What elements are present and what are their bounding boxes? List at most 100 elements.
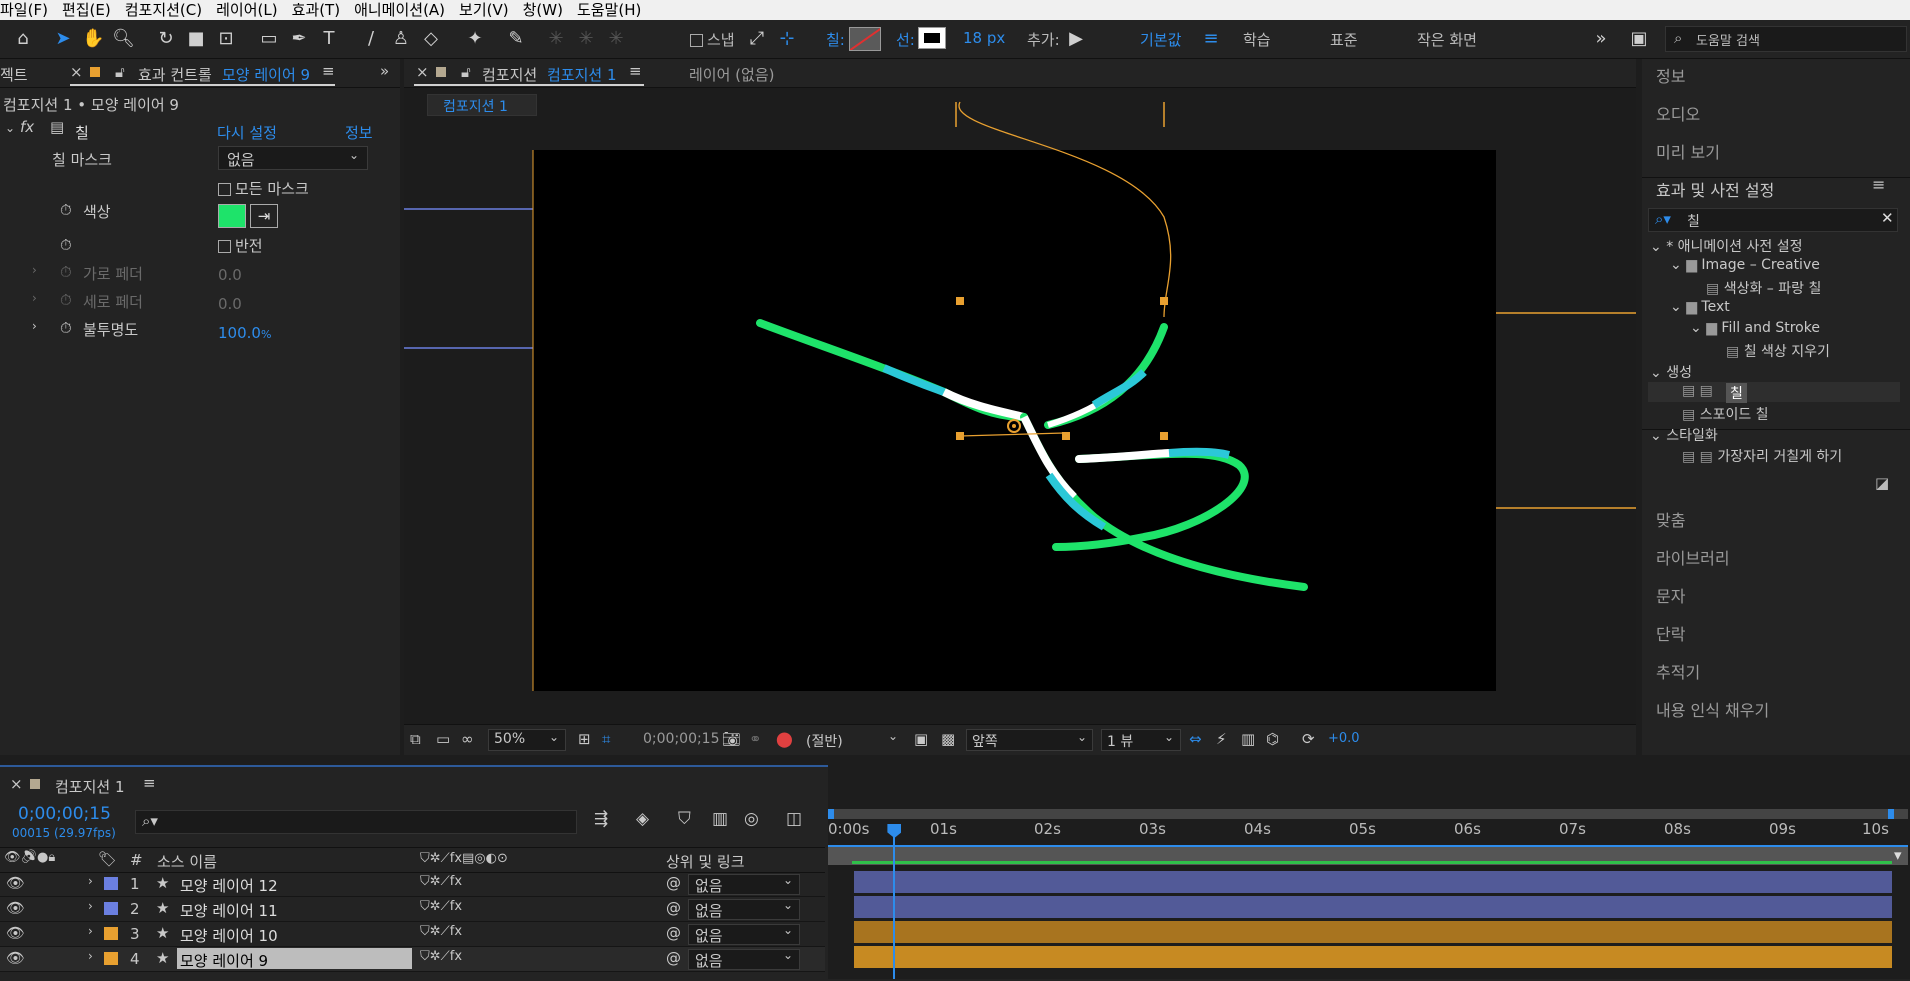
composition-mini-flowchart-icon[interactable]: ⇶ (594, 809, 608, 829)
preview-panel-tab[interactable]: 미리 보기 (1656, 139, 1720, 163)
puppet-bend-icon[interactable]: ✳ (605, 28, 627, 50)
info-panel-tab[interactable]: 정보 (1656, 63, 1685, 87)
visibility-eye-icon[interactable]: 👁︎ (6, 924, 25, 942)
expand-chevron-icon[interactable]: › (88, 874, 93, 888)
all-masks-checkbox[interactable]: 모든 마스크 (218, 178, 309, 199)
menu-effect[interactable]: 효과(T) (292, 0, 340, 20)
motion-blur-icon[interactable]: ◎ (744, 809, 759, 829)
fast-preview-icon[interactable]: ⚡ (1216, 730, 1227, 748)
menu-animation[interactable]: 애니메이션(A) (354, 0, 445, 20)
tree-item-selected[interactable]: ▤ ▤ 칠 (1648, 382, 1900, 403)
tree-item[interactable]: ▤ ▤ 가장자리 거칠게 하기 (1682, 446, 1842, 466)
table-row[interactable]: 👁︎ › 2 ★ 모양 레이어 11 ⛉✲⟋fx @ 없음 ⌄ (0, 897, 825, 922)
tree-item[interactable]: ▤ 스포이드 칠 (1682, 404, 1769, 424)
path-handle[interactable] (956, 297, 964, 305)
snapshot-icon[interactable]: 📷︎ (722, 730, 741, 748)
roto-brush-icon[interactable]: ✦ (464, 28, 486, 50)
eraser-tool-icon[interactable]: ◇ (420, 28, 442, 50)
home-icon[interactable]: ⌂ (12, 28, 34, 50)
layer-duration-bar[interactable] (854, 946, 1892, 968)
about-link[interactable]: 정보 (345, 122, 373, 143)
brush-tool-icon[interactable]: / (360, 28, 382, 50)
views-layout-dropdown[interactable]: 1 뷰 ⌄ (1101, 729, 1181, 751)
rotate-tool-icon[interactable]: ↻ (155, 28, 177, 50)
toggle-pixel-aspect-icon[interactable]: ⇔ (1189, 730, 1202, 748)
column-source-name[interactable]: 소스 이름 (157, 851, 217, 872)
tree-item[interactable]: ⌄ 스타일화 (1650, 425, 1718, 445)
expand-chevron-icon[interactable]: › (32, 319, 37, 333)
flowchart-icon[interactable]: ⌬ (1266, 730, 1279, 748)
exposure-value[interactable]: +0.0 (1328, 731, 1360, 746)
expand-chevron-icon[interactable]: › (32, 291, 37, 305)
effect-controls-tab-layer[interactable]: 모양 레이어 9 (222, 64, 310, 85)
fit-icon[interactable]: ⊞ (578, 730, 591, 748)
pen-tool-icon[interactable]: ✒ (288, 28, 310, 50)
timeline-icon[interactable]: ▥ (1241, 730, 1255, 748)
fill-swatch[interactable] (849, 27, 881, 51)
tree-item[interactable]: ⌄ ▆ Image – Creative (1670, 257, 1820, 273)
puppet-starch-icon[interactable]: ✳ (545, 28, 567, 50)
expand-chevron-icon[interactable]: › (88, 949, 93, 963)
lock-icon[interactable]: 🔓︎ (115, 63, 125, 81)
layer-duration-bar[interactable] (854, 921, 1892, 943)
paragraph-panel-tab[interactable]: 단락 (1656, 621, 1685, 645)
region-of-interest-icon[interactable]: ▣ (914, 730, 928, 748)
label-color[interactable] (104, 877, 118, 890)
tree-item[interactable]: ⌄ * 애니메이션 사전 설정 (1650, 236, 1802, 256)
always-preview-icon[interactable]: ⧉ (410, 730, 421, 748)
graph-editor-icon[interactable]: ◫ (786, 809, 802, 829)
menu-help[interactable]: 도움말(H) (577, 0, 641, 20)
snap-option-icon[interactable]: ⤢ (746, 28, 768, 50)
libraries-panel-tab[interactable]: 라이브러리 (1656, 545, 1730, 569)
help-search[interactable]: ⌕ 도움말 검색 (1665, 26, 1907, 52)
frame-blending-icon[interactable]: ▥ (712, 809, 728, 829)
tree-item[interactable]: ⌄ ▆ Text (1670, 299, 1730, 315)
panel-menu-icon[interactable]: ≡ (143, 774, 156, 792)
rectangle-tool-icon[interactable]: ▭ (258, 28, 280, 50)
resolution-dropdown[interactable]: (절반) ⌄ (804, 729, 904, 750)
layer-switches-icon[interactable]: ⛉✲⟋fx (420, 924, 462, 939)
visibility-eye-icon[interactable]: 👁︎ (6, 949, 25, 967)
layer-name[interactable]: 모양 레이어 9 (180, 950, 268, 971)
layer-search-input[interactable]: ⌕▾ (135, 810, 577, 834)
stroke-width[interactable]: 18 px (963, 29, 1005, 47)
audio-panel-tab[interactable]: 오디오 (1656, 101, 1700, 125)
workspace-learn[interactable]: 학습 (1243, 29, 1271, 50)
stopwatch-icon[interactable]: ⏱ (60, 201, 72, 219)
workspace-default[interactable]: 기본값 (1140, 29, 1181, 50)
menu-layer[interactable]: 레이어(L) (216, 0, 277, 20)
view-dropdown[interactable]: 앞쪽 ⌄ (966, 729, 1093, 751)
effects-search-input[interactable]: ⌕▾ 칠 ✕ (1648, 208, 1898, 232)
horizontal-feather-value[interactable]: 0.0 (218, 266, 242, 284)
expand-chevron-icon[interactable]: › (88, 899, 93, 913)
layer-switches-icon[interactable]: ⛉✲⟋fx (420, 949, 462, 964)
table-row[interactable]: 👁︎ › 3 ★ 모양 레이어 10 ⛉✲⟋fx @ 없음 ⌄ (0, 922, 825, 947)
parent-dropdown[interactable]: 없음 ⌄ (688, 873, 800, 895)
path-handle[interactable] (1160, 432, 1168, 440)
character-panel-tab[interactable]: 문자 (1656, 583, 1685, 607)
tree-item[interactable]: ⌄ 생성 (1650, 362, 1692, 382)
composition-viewer[interactable] (404, 87, 1636, 719)
visibility-eye-icon[interactable]: 👁︎ (6, 899, 25, 917)
effects-presets-title[interactable]: 효과 및 사전 설정 (1656, 177, 1774, 201)
close-icon[interactable]: × (70, 63, 83, 81)
align-panel-tab[interactable]: 맞춤 (1656, 507, 1685, 531)
snap-toggle[interactable]: 스냅 (690, 29, 735, 50)
expand-chevron-icon[interactable]: » (380, 62, 389, 80)
hand-tool-icon[interactable]: ✋ (82, 28, 104, 50)
close-icon[interactable]: × (10, 775, 23, 793)
panel-menu-icon[interactable]: ≡ (629, 62, 642, 80)
timeline-comp-tab[interactable]: 컴포지션 1 (55, 776, 125, 797)
workspace-small-screen[interactable]: 작은 화면 (1417, 29, 1477, 50)
menu-edit[interactable]: 편집(E) (62, 0, 111, 20)
collapse-chevron-icon[interactable]: ⌄ (5, 121, 15, 135)
stopwatch-icon[interactable]: ⏱ (60, 319, 72, 337)
stroke-swatch[interactable] (918, 27, 946, 49)
zoom-tool-icon[interactable]: 🔍︎ (112, 28, 135, 50)
stopwatch-icon[interactable]: ⏱ (60, 263, 72, 281)
fx-icon[interactable]: fx (20, 118, 34, 136)
content-aware-fill-panel-tab[interactable]: 내용 인식 채우기 (1656, 697, 1769, 721)
reset-exposure-icon[interactable]: ⟳ (1302, 730, 1315, 748)
reset-link[interactable]: 다시 설정 (217, 122, 277, 143)
sync-icon[interactable]: ▣ (1628, 28, 1650, 50)
